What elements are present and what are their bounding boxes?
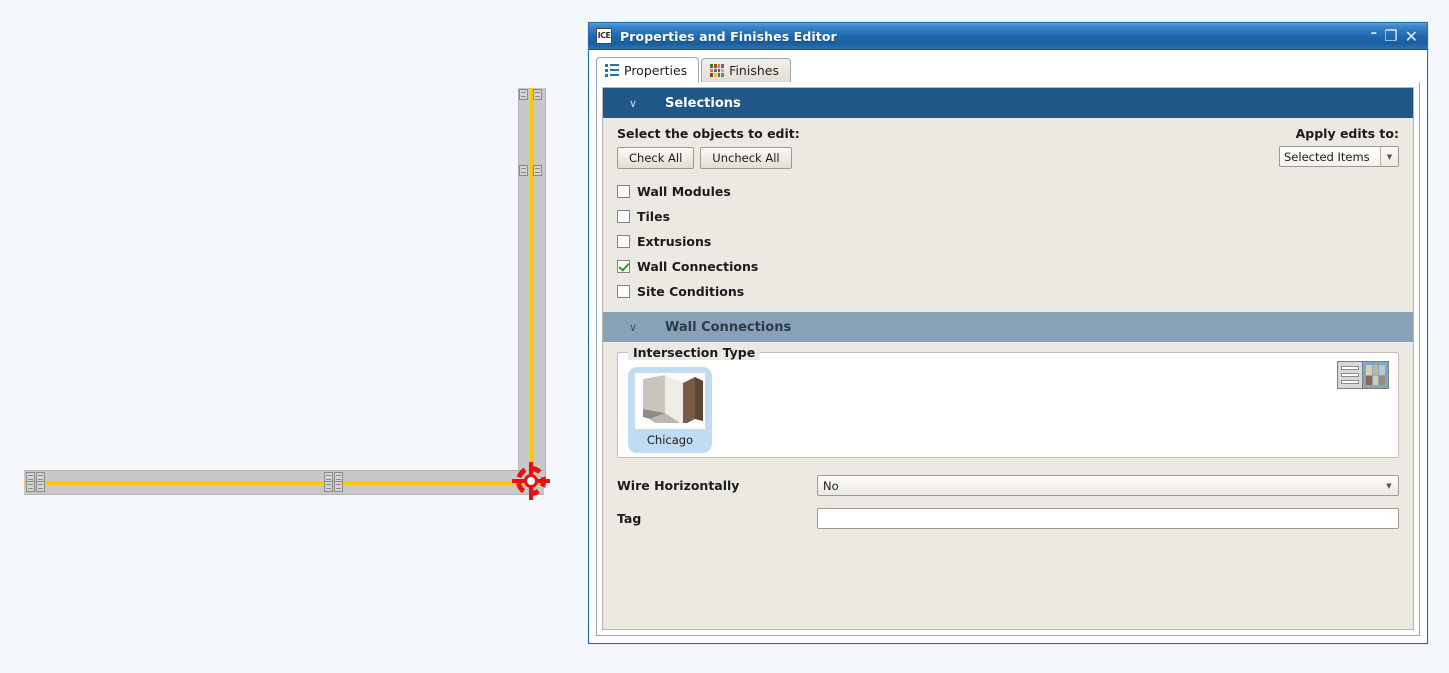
tag-label: Tag: [617, 511, 642, 526]
section-header-selections-label: Selections: [665, 95, 741, 111]
apply-edits-block: Apply edits to: Selected Items ▼: [1279, 126, 1399, 167]
minimize-icon[interactable]: –: [1371, 26, 1378, 41]
wall-centerline: [530, 88, 534, 488]
tab-strip: Properties Finishes: [596, 56, 1420, 83]
vertical-wall[interactable]: [518, 88, 546, 488]
selections-body: Select the objects to edit: Check All Un…: [603, 118, 1413, 312]
checkbox-label-site-conditions: Site Conditions: [637, 284, 745, 299]
wall-grip-handle[interactable]: [324, 481, 333, 492]
checkbox-row-wall-connections[interactable]: Wall Connections: [617, 254, 1399, 279]
junction-center-dot: [524, 474, 538, 488]
apply-edits-label: Apply edits to:: [1295, 126, 1399, 141]
apply-edits-value: Selected Items: [1284, 149, 1370, 164]
wall-grip-handle[interactable]: [519, 89, 528, 100]
intersection-type-label: Intersection Type: [628, 345, 761, 360]
wall-grip-handle[interactable]: [533, 89, 542, 100]
checkbox-row-wall-modules[interactable]: Wall Modules: [617, 179, 1399, 204]
tab-properties[interactable]: Properties: [596, 57, 700, 83]
chevron-down-icon[interactable]: ▼: [1380, 482, 1398, 490]
checkbox-extrusions[interactable]: [617, 235, 630, 248]
tab-properties-label: Properties: [624, 63, 688, 78]
corner-junction-marker[interactable]: [512, 462, 550, 500]
close-icon[interactable]: ✕: [1405, 28, 1418, 44]
wall-grip-handle[interactable]: [334, 481, 343, 492]
window-body: Properties Finishes ∨ Selections Select …: [589, 50, 1427, 643]
properties-tab-pane: ∨ Selections Select the objects to edit:…: [596, 82, 1420, 636]
wall-centerline: [24, 480, 544, 485]
list-view-icon[interactable]: [1338, 362, 1364, 388]
drawing-canvas[interactable]: [0, 0, 590, 650]
wall-grip-handle[interactable]: [26, 481, 35, 492]
tab-finishes-label: Finishes: [729, 63, 779, 78]
color-grid-icon: [710, 64, 725, 77]
list-icon: [605, 64, 619, 77]
window-title: Properties and Finishes Editor: [620, 28, 837, 44]
wire-horizontally-dropdown[interactable]: No ▼: [817, 475, 1399, 496]
chevron-down-icon: ∨: [629, 96, 638, 110]
horizontal-wall[interactable]: [24, 470, 544, 495]
apply-edits-dropdown[interactable]: Selected Items ▼: [1279, 146, 1399, 167]
section-header-wall-connections-label: Wall Connections: [665, 319, 792, 335]
select-objects-block: Select the objects to edit: Check All Un…: [617, 126, 800, 169]
section-header-selections[interactable]: ∨ Selections: [603, 88, 1413, 118]
grid-view-icon[interactable]: [1363, 362, 1388, 388]
field-row-wire-horizontally: Wire Horizontally No ▼: [617, 475, 1399, 496]
checkbox-row-site-conditions[interactable]: Site Conditions: [617, 279, 1399, 304]
view-toggle-group[interactable]: [1337, 361, 1389, 389]
checkbox-site-conditions[interactable]: [617, 285, 630, 298]
chevron-down-icon: ∨: [629, 320, 638, 334]
wall-connections-body: Intersection Type Chicago Wire Horizonta…: [603, 342, 1413, 529]
checkbox-label-extrusions: Extrusions: [637, 234, 712, 249]
checkbox-row-tiles[interactable]: Tiles: [617, 204, 1399, 229]
properties-pane-inner: ∨ Selections Select the objects to edit:…: [602, 87, 1414, 630]
wall-connection-fields: Wire Horizontally No ▼ Tag: [617, 475, 1399, 529]
wire-horizontally-label: Wire Horizontally: [617, 478, 740, 493]
wall-grip-handle[interactable]: [36, 481, 45, 492]
checkbox-row-extrusions[interactable]: Extrusions: [617, 229, 1399, 254]
intersection-thumbnail-icon: [635, 373, 705, 429]
field-row-tag: Tag: [617, 508, 1399, 529]
intersection-type-option-chicago[interactable]: Chicago: [628, 367, 712, 453]
checkbox-label-wall-modules: Wall Modules: [637, 184, 731, 199]
checkbox-wall-modules[interactable]: [617, 185, 630, 198]
checkbox-label-wall-connections: Wall Connections: [637, 259, 759, 274]
selections-top-row: Select the objects to edit: Check All Un…: [617, 126, 1399, 169]
section-header-wall-connections[interactable]: ∨ Wall Connections: [603, 312, 1413, 342]
checkbox-wall-connections[interactable]: [617, 260, 630, 273]
maximize-icon[interactable]: ❐: [1384, 28, 1397, 44]
wire-horizontally-control: No ▼: [817, 475, 1399, 496]
tag-control: [817, 508, 1399, 529]
select-buttons-row: Check All Uncheck All: [617, 147, 800, 169]
window-controls: – ❐ ✕: [1371, 26, 1418, 45]
select-objects-label: Select the objects to edit:: [617, 126, 800, 141]
intersection-type-option-label: Chicago: [646, 433, 694, 447]
uncheck-all-button[interactable]: Uncheck All: [700, 147, 792, 169]
intersection-type-groupbox: Intersection Type Chicago: [617, 345, 1399, 458]
object-type-checklist: Wall Modules Tiles Extrusions Wall Conne…: [617, 179, 1399, 304]
properties-and-finishes-editor-window[interactable]: ICE Properties and Finishes Editor – ❐ ✕…: [588, 22, 1428, 644]
chevron-down-icon[interactable]: ▼: [1380, 147, 1398, 166]
wall-grip-handle[interactable]: [519, 165, 528, 176]
app-icon: ICE: [596, 28, 612, 44]
tag-input[interactable]: [817, 508, 1399, 529]
wall-grip-handle[interactable]: [533, 165, 542, 176]
tab-finishes[interactable]: Finishes: [701, 58, 791, 82]
checkbox-tiles[interactable]: [617, 210, 630, 223]
check-all-button[interactable]: Check All: [617, 147, 695, 169]
window-titlebar[interactable]: ICE Properties and Finishes Editor – ❐ ✕: [589, 23, 1427, 50]
checkbox-label-tiles: Tiles: [637, 209, 671, 224]
wire-horizontally-value: No: [823, 478, 839, 493]
